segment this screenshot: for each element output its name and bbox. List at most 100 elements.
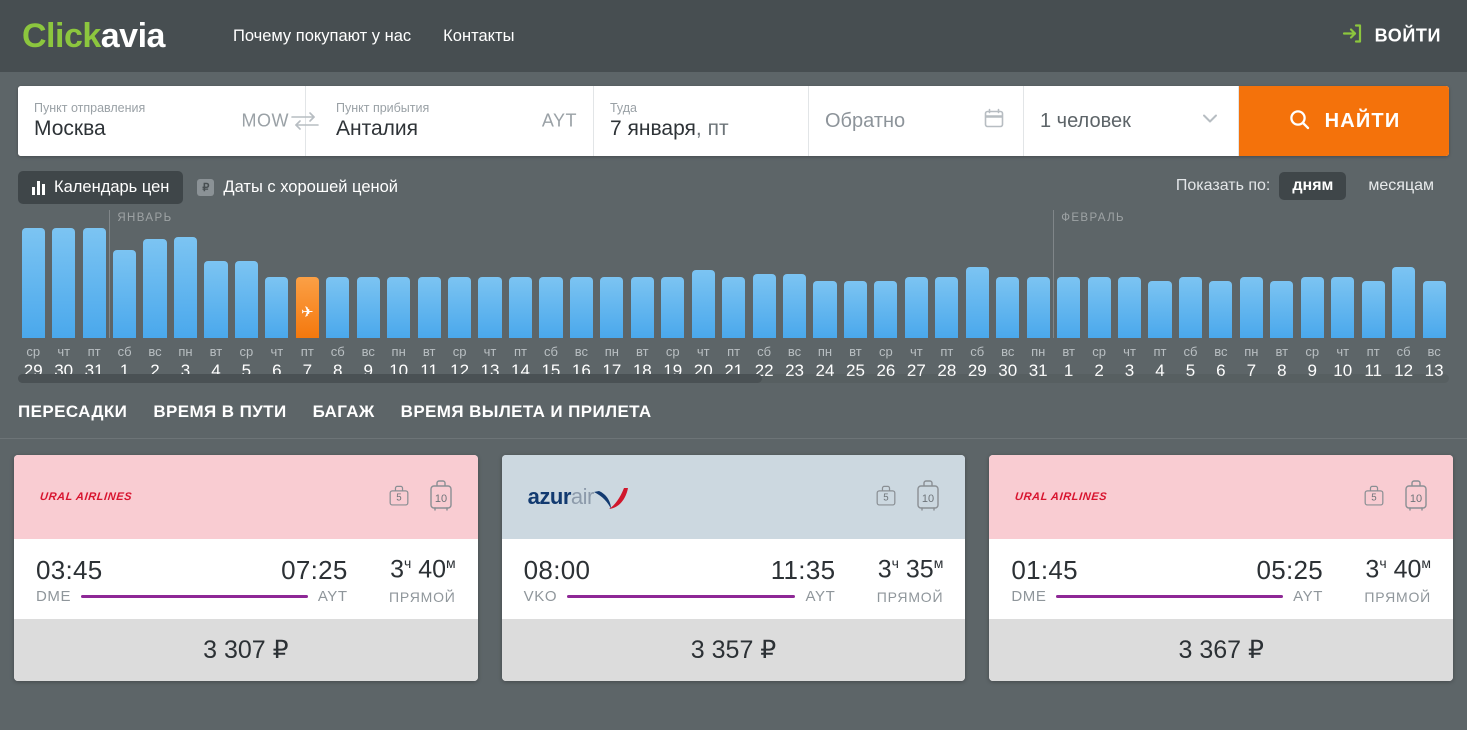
calendar-day-bar[interactable] bbox=[993, 228, 1023, 338]
filter-tab[interactable]: БАГАЖ bbox=[313, 402, 375, 422]
calendar-scrollbar[interactable] bbox=[18, 374, 1449, 383]
calendar-day-bar[interactable] bbox=[1419, 228, 1449, 338]
day-weekday: вт bbox=[1275, 344, 1289, 359]
day-weekday: ср bbox=[452, 344, 467, 359]
origin-code: MOW bbox=[241, 110, 289, 131]
calendar-day-bar[interactable] bbox=[79, 228, 109, 338]
calendar-day-bar[interactable] bbox=[1236, 228, 1266, 338]
flight-card-header: URAL AIRLINES 5 10 bbox=[14, 455, 478, 539]
flight-card[interactable]: azurair 5 10 08:00 11:35 VKO AYT 3ч 35м … bbox=[501, 455, 966, 681]
flight-card-body: 08:00 11:35 VKO AYT 3ч 35м ПРЯМОЙ bbox=[502, 539, 966, 619]
day-weekday: пт bbox=[513, 344, 527, 359]
calendar-day-bar[interactable] bbox=[140, 228, 170, 338]
calendar-day-bar[interactable] bbox=[688, 228, 718, 338]
calendar-toolbar: Календарь цен ₽ Даты с хорошей ценой Пок… bbox=[0, 156, 1467, 204]
nav-item-why-buy[interactable]: Почему покупают у нас bbox=[233, 27, 411, 46]
price-bar bbox=[661, 277, 685, 338]
tab-price-calendar[interactable]: Календарь цен bbox=[18, 170, 184, 204]
price-bar bbox=[234, 261, 258, 338]
day-weekday: пт bbox=[300, 344, 314, 359]
calendar-day-bar[interactable] bbox=[1053, 228, 1083, 338]
flight-card-header: URAL AIRLINES 5 10 bbox=[989, 455, 1454, 539]
calendar-day-bar[interactable] bbox=[18, 228, 48, 338]
flight-price[interactable]: 3 367 ₽ bbox=[989, 619, 1454, 681]
tab-good-price-dates[interactable]: ₽ Даты с хорошей ценой bbox=[183, 171, 412, 204]
calendar-day-bar[interactable] bbox=[718, 228, 748, 338]
calendar-day-bar[interactable] bbox=[597, 228, 627, 338]
filter-tab[interactable]: ВРЕМЯ ВЫЛЕТА И ПРИЛЕТА bbox=[401, 402, 652, 422]
filter-tab[interactable]: ПЕРЕСАДКИ bbox=[18, 402, 127, 422]
calendar-day-bar[interactable] bbox=[627, 228, 657, 338]
segment-months[interactable]: месяцам bbox=[1355, 172, 1447, 200]
calendar-day-bar[interactable] bbox=[1388, 228, 1418, 338]
calendar-day-bar[interactable] bbox=[1084, 228, 1114, 338]
passengers-value: 1 человек bbox=[1040, 109, 1131, 132]
day-weekday: вс bbox=[1214, 344, 1228, 359]
calendar-day-bar[interactable] bbox=[383, 228, 413, 338]
flight-card[interactable]: URAL AIRLINES 5 10 01:45 05:25 DME AYT 3… bbox=[989, 455, 1454, 681]
day-weekday: пн bbox=[1244, 344, 1259, 359]
day-weekday: вс bbox=[1001, 344, 1015, 359]
calendar-day-bar[interactable] bbox=[231, 228, 261, 338]
flight-card[interactable]: URAL AIRLINES 5 10 03:45 07:25 DME AYT 3… bbox=[14, 455, 478, 681]
day-weekday: вт bbox=[636, 344, 649, 359]
flight-price[interactable]: 3 357 ₽ bbox=[501, 619, 966, 681]
calendar-day-bar[interactable] bbox=[932, 228, 962, 338]
price-bar: ✈ bbox=[295, 277, 319, 338]
calendar-day-bar[interactable] bbox=[444, 228, 474, 338]
calendar-day-bar[interactable] bbox=[48, 228, 78, 338]
site-logo[interactable]: Clickavia bbox=[22, 17, 165, 56]
calendar-day-bar[interactable] bbox=[1206, 228, 1236, 338]
calendar-day-bar[interactable] bbox=[1175, 228, 1205, 338]
return-date-field[interactable]: Обратно bbox=[809, 86, 1024, 156]
calendar-day-bar[interactable] bbox=[1327, 228, 1357, 338]
calendar-day-bar[interactable] bbox=[1297, 228, 1327, 338]
day-weekday: вт bbox=[849, 344, 862, 359]
filter-tab[interactable]: ВРЕМЯ В ПУТИ bbox=[153, 402, 286, 422]
calendar-day-bar[interactable]: ✈ bbox=[292, 228, 322, 338]
login-button[interactable]: ВОЙТИ bbox=[1341, 22, 1441, 51]
depart-date-field[interactable]: Туда 7 января, пт bbox=[594, 86, 809, 156]
calendar-day-bar[interactable] bbox=[901, 228, 931, 338]
calendar-day-bar[interactable] bbox=[353, 228, 383, 338]
swap-arrows-icon[interactable] bbox=[288, 107, 322, 135]
destination-field[interactable]: Пункт прибытия Анталия AYT bbox=[291, 86, 594, 156]
day-weekday: сб bbox=[543, 344, 558, 359]
bar-chart-icon bbox=[32, 180, 45, 195]
calendar-day-bar[interactable] bbox=[201, 228, 231, 338]
calendar-day-bar[interactable] bbox=[1023, 228, 1053, 338]
calendar-day-bar[interactable] bbox=[1145, 228, 1175, 338]
calendar-day-bar[interactable] bbox=[109, 228, 139, 338]
calendar-day-bar[interactable] bbox=[1114, 228, 1144, 338]
origin-field[interactable]: Пункт отправления Москва MOW bbox=[18, 86, 306, 156]
calendar-day-bar[interactable] bbox=[323, 228, 353, 338]
plane-icon: ✈ bbox=[301, 304, 314, 321]
calendar-day-bar[interactable] bbox=[810, 228, 840, 338]
calendar-day-bar[interactable] bbox=[749, 228, 779, 338]
calendar-day-bar[interactable] bbox=[536, 228, 566, 338]
flight-card-header: azurair 5 10 bbox=[501, 455, 966, 539]
calendar-day-bar[interactable] bbox=[505, 228, 535, 338]
calendar-day-bar[interactable] bbox=[871, 228, 901, 338]
calendar-day-bar[interactable] bbox=[1358, 228, 1388, 338]
search-button[interactable]: НАЙТИ bbox=[1239, 86, 1449, 156]
flight-card-body: 01:45 05:25 DME AYT 3ч 40м ПРЯМОЙ bbox=[989, 539, 1453, 619]
calendar-day-bar[interactable] bbox=[414, 228, 444, 338]
price-bar bbox=[782, 273, 807, 338]
nav-item-contacts[interactable]: Контакты bbox=[443, 27, 514, 46]
calendar-day-bar[interactable] bbox=[475, 228, 505, 338]
calendar-day-bar[interactable] bbox=[170, 228, 200, 338]
calendar-scrollbar-thumb[interactable] bbox=[18, 374, 763, 383]
calendar-day-bar[interactable] bbox=[962, 228, 992, 338]
calendar-day-bar[interactable] bbox=[566, 228, 596, 338]
calendar-day-bar[interactable] bbox=[779, 228, 809, 338]
flight-price[interactable]: 3 307 ₽ bbox=[14, 619, 478, 681]
segment-days[interactable]: дням bbox=[1279, 172, 1347, 200]
calendar-day-bar[interactable] bbox=[840, 228, 870, 338]
calendar-day-bar[interactable] bbox=[1267, 228, 1297, 338]
baggage-group: 5 10 bbox=[384, 478, 456, 517]
calendar-day-bar[interactable] bbox=[658, 228, 688, 338]
calendar-day-bar[interactable] bbox=[262, 228, 292, 338]
passengers-field[interactable]: 1 человек bbox=[1024, 86, 1239, 156]
arrive-time: 07:25 bbox=[281, 555, 348, 585]
